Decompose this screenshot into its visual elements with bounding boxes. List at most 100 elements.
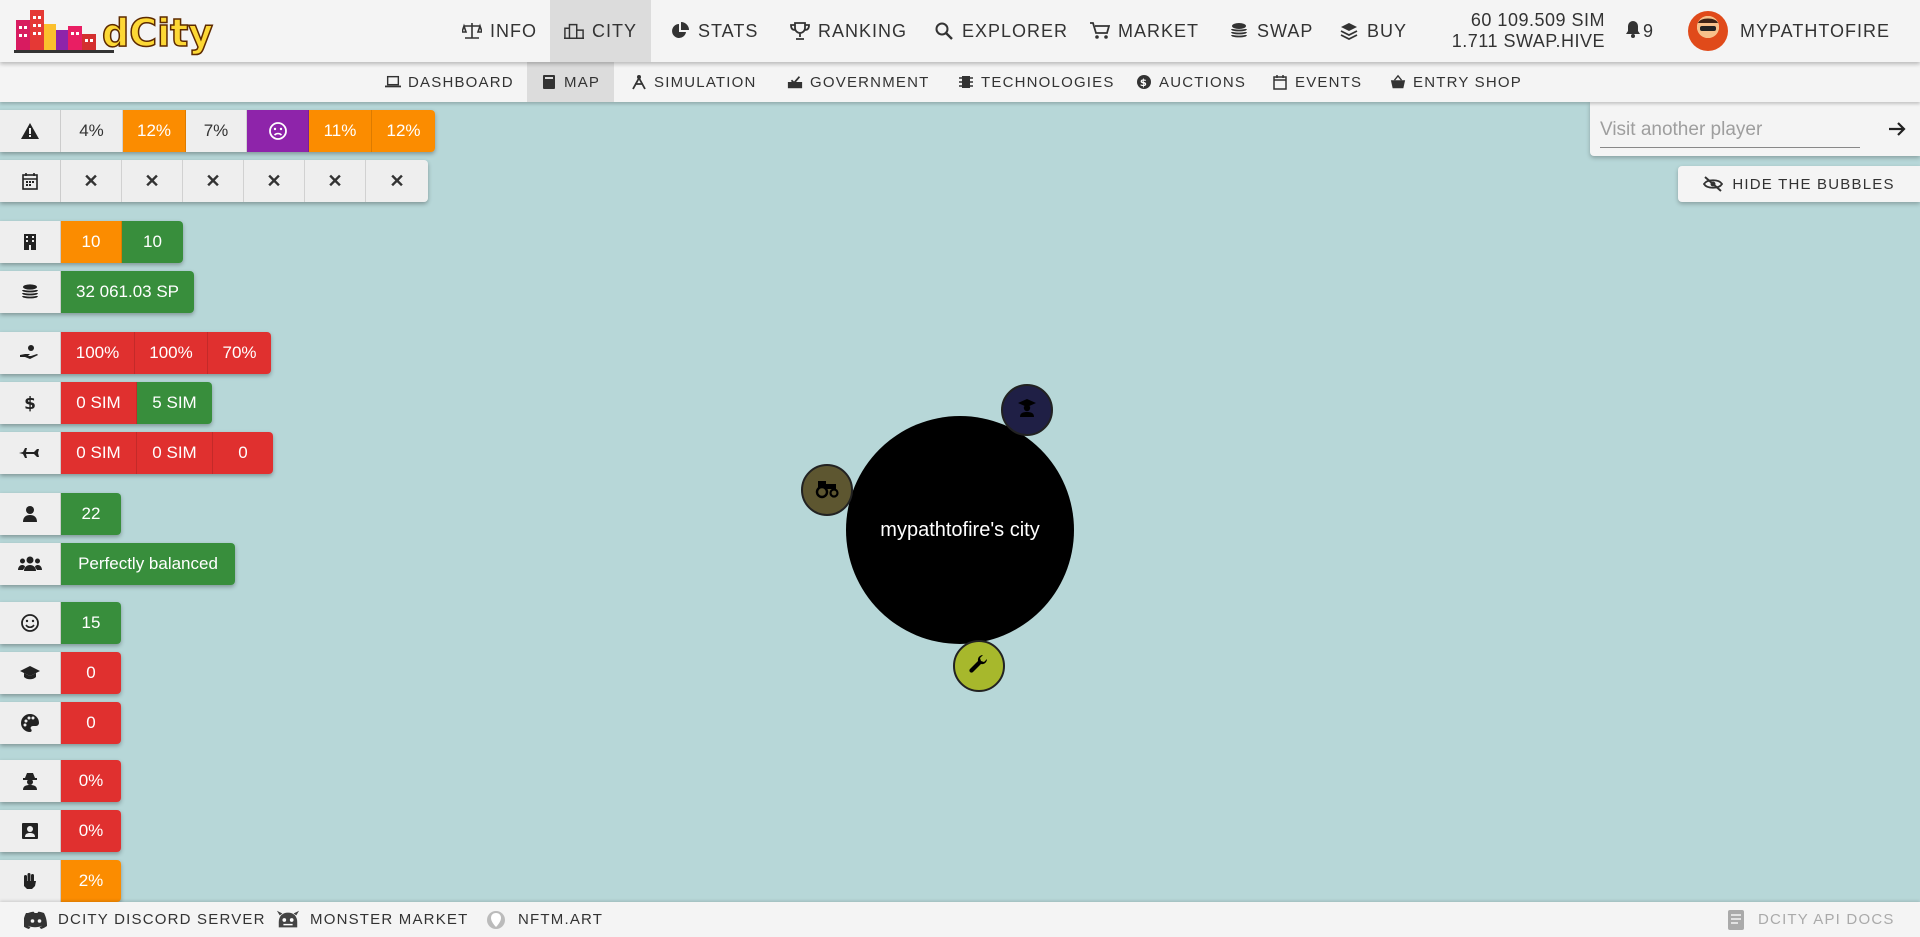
nav-stats[interactable]: STATS <box>656 0 772 62</box>
dcity-logo[interactable]: dCity <box>14 6 224 56</box>
building-icon[interactable] <box>0 221 61 263</box>
crime-value[interactable]: 0% <box>61 760 121 802</box>
discord-link[interactable]: DCITY DISCORD SERVER <box>24 902 266 937</box>
stake-value[interactable]: 32 061.03 SP <box>61 271 194 313</box>
event-slot[interactable]: ✕ <box>122 160 183 202</box>
username: MYPATHTOFIRE <box>1740 20 1891 41</box>
money-value[interactable]: 0 SIM <box>61 382 137 424</box>
tab-government[interactable]: GOVERNMENT <box>773 62 944 102</box>
nav-market[interactable]: MARKET <box>1076 0 1213 62</box>
event-slot[interactable]: ✕ <box>183 160 244 202</box>
nav-city[interactable]: CITY <box>550 0 652 62</box>
tab-auctions[interactable]: $ AUCTIONS <box>1122 62 1260 102</box>
coins-icon <box>1229 21 1249 41</box>
trophy-icon <box>790 21 810 41</box>
eye-slash-icon <box>1703 176 1724 192</box>
tab-technologies[interactable]: TECHNOLOGIES <box>944 62 1129 102</box>
palette-icon[interactable] <box>0 702 61 744</box>
sad-face-icon[interactable] <box>247 110 309 152</box>
tab-entry-shop[interactable]: ENTRY SHOP <box>1376 62 1536 102</box>
event-slot[interactable]: ✕ <box>61 160 122 202</box>
wallet-balance[interactable]: 60 109.509 SIM 1.711 SWAP.HIVE <box>1425 10 1605 52</box>
nftm-link[interactable]: NFTM.ART <box>484 902 603 937</box>
tab-events[interactable]: EVENTS <box>1258 62 1376 102</box>
event-slot[interactable]: ✕ <box>305 160 366 202</box>
city-bubble[interactable]: mypathtofire's city <box>846 416 1074 644</box>
nav-market-label: MARKET <box>1118 20 1200 41</box>
plane-icon[interactable] <box>0 432 61 474</box>
user-menu[interactable]: MYPATHTOFIRE <box>1688 0 1890 62</box>
buildings-value[interactable]: 10 <box>61 221 122 263</box>
calendar-icon[interactable] <box>0 160 61 202</box>
nav-info[interactable]: INFO <box>448 0 551 62</box>
nftm-label: NFTM.ART <box>518 911 604 928</box>
income-value[interactable]: 100% <box>135 332 208 374</box>
users-icon[interactable] <box>0 543 61 585</box>
buildings-row: 10 10 <box>0 221 183 263</box>
tourism-value[interactable]: 0 SIM <box>61 432 137 474</box>
arrow-right-icon[interactable] <box>1884 116 1910 142</box>
industry-bubble[interactable] <box>953 640 1005 692</box>
nav-explorer[interactable]: EXPLORER <box>920 0 1082 62</box>
visit-player-input[interactable] <box>1600 112 1860 148</box>
tourism-value[interactable]: 0 <box>213 432 273 474</box>
graduation-cap-icon[interactable] <box>0 652 61 694</box>
protest-value[interactable]: 2% <box>61 860 121 902</box>
events-row: ✕ ✕ ✕ ✕ ✕ ✕ <box>0 160 428 202</box>
buildings-value[interactable]: 10 <box>122 221 183 263</box>
chip-icon <box>958 74 974 90</box>
risk-value[interactable]: 12% <box>372 110 435 152</box>
income-row: 100% 100% 70% <box>0 332 271 374</box>
population-value[interactable]: 22 <box>61 493 121 535</box>
income-value[interactable]: 100% <box>61 332 135 374</box>
thief-icon[interactable] <box>0 760 61 802</box>
judge-value[interactable]: 0% <box>61 810 121 852</box>
nav-buy[interactable]: BUY <box>1325 0 1421 62</box>
footer: DCITY DISCORD SERVER MONSTER MARKET NFTM… <box>0 902 1920 937</box>
farm-bubble[interactable] <box>801 464 853 516</box>
tab-entry-shop-label: ENTRY SHOP <box>1413 73 1522 91</box>
event-slot[interactable]: ✕ <box>244 160 305 202</box>
tab-dashboard[interactable]: DASHBOARD <box>371 62 528 102</box>
education-value[interactable]: 0 <box>61 652 121 694</box>
warning-icon[interactable] <box>0 110 61 152</box>
happiness-value[interactable]: 15 <box>61 602 121 644</box>
protest-row: 2% <box>0 860 121 902</box>
discord-icon <box>24 909 48 931</box>
dollar-icon[interactable]: $ <box>0 382 61 424</box>
laptop-icon <box>385 74 401 90</box>
money-value[interactable]: 5 SIM <box>137 382 212 424</box>
fist-icon[interactable] <box>0 860 61 902</box>
hide-bubbles-button[interactable]: HIDE THE BUBBLES <box>1678 166 1920 202</box>
hand-money-icon[interactable] <box>0 332 61 374</box>
top-navbar: dCity INFO CITY STATS RANKING EXPLORER M… <box>0 0 1920 62</box>
person-icon[interactable] <box>0 493 61 535</box>
smile-icon[interactable] <box>0 602 61 644</box>
risk-value[interactable]: 4% <box>61 110 123 152</box>
risk-value[interactable]: 11% <box>309 110 372 152</box>
judge-row: 0% <box>0 810 121 852</box>
tab-simulation[interactable]: SIMULATION <box>617 62 771 102</box>
tourism-value[interactable]: 0 SIM <box>137 432 213 474</box>
risk-value[interactable]: 7% <box>186 110 247 152</box>
notifications-button[interactable]: 9 <box>1625 0 1653 62</box>
nav-city-label: CITY <box>592 20 638 41</box>
tab-events-label: EVENTS <box>1295 73 1363 91</box>
coins-icon[interactable] <box>0 271 61 313</box>
api-docs-link[interactable]: DCITY API DOCS <box>1724 902 1895 937</box>
judge-icon[interactable] <box>0 810 61 852</box>
nav-swap[interactable]: SWAP <box>1215 0 1327 62</box>
risk-value[interactable]: 12% <box>123 110 186 152</box>
monster-market-link[interactable]: MONSTER MARKET <box>276 902 468 937</box>
workers-value[interactable]: Perfectly balanced <box>61 543 235 585</box>
search-icon <box>934 21 954 41</box>
income-value[interactable]: 70% <box>208 332 271 374</box>
layers-icon <box>1339 21 1359 41</box>
education-bubble[interactable] <box>1001 384 1053 436</box>
tab-technologies-label: TECHNOLOGIES <box>981 73 1115 91</box>
creativity-value[interactable]: 0 <box>61 702 121 744</box>
event-slot[interactable]: ✕ <box>366 160 428 202</box>
nav-ranking[interactable]: RANKING <box>776 0 921 62</box>
tab-map[interactable]: MAP <box>527 62 615 102</box>
workers-row: Perfectly balanced <box>0 543 235 585</box>
